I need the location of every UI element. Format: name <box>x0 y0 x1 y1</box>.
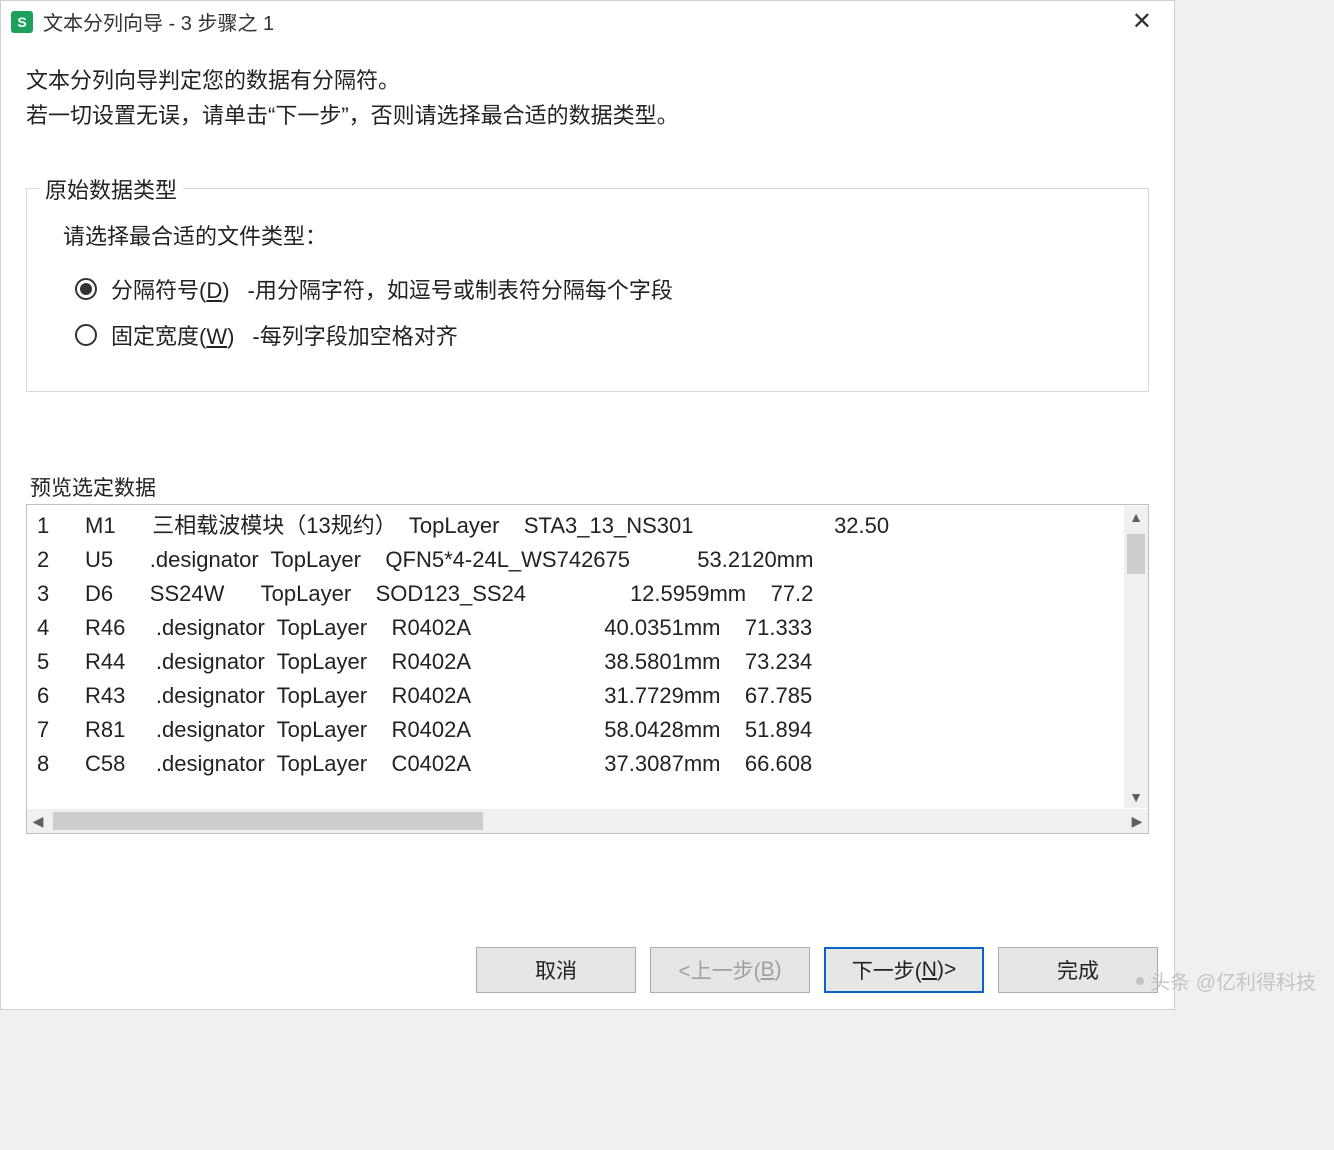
preview-box: 1M1 三相载波模块（13规约） TopLayer STA3_13_NS301 … <box>26 504 1149 834</box>
scroll-left-icon[interactable]: ◀ <box>27 813 49 830</box>
titlebar: S 文本分列向导 - 3 步骤之 1 ✕ <box>1 1 1174 43</box>
dialog-window: S 文本分列向导 - 3 步骤之 1 ✕ 文本分列向导判定您的数据有分隔符。 若… <box>0 0 1175 1010</box>
radio-icon <box>75 324 97 346</box>
preview-row: 5R44 .designator TopLayer R0402A 38.5801… <box>27 645 1148 679</box>
hscroll-track[interactable] <box>49 809 1126 833</box>
preview-row: 2U5 .designator TopLayer QFN5*4-24L_WS74… <box>27 543 1148 577</box>
close-icon[interactable]: ✕ <box>1120 5 1164 38</box>
finish-button[interactable]: 完成 <box>998 947 1158 993</box>
preview-row: 1M1 三相载波模块（13规约） TopLayer STA3_13_NS301 … <box>27 509 1148 543</box>
content-area: 文本分列向导判定您的数据有分隔符。 若一切设置无误，请单击“下一步”，否则请选择… <box>1 43 1174 931</box>
radio-delimited[interactable]: 分隔符号(D) -用分隔字符，如逗号或制表符分隔每个字段 <box>75 273 1118 305</box>
scroll-up-icon[interactable]: ▲ <box>1129 506 1143 528</box>
preview-row: 6R43 .designator TopLayer R0402A 31.7729… <box>27 679 1148 713</box>
preview-row: 8C58 .designator TopLayer C0402A 37.3087… <box>27 747 1148 781</box>
horizontal-scrollbar[interactable]: ◀ ▶ <box>27 809 1148 833</box>
preview-row: 7R81 .designator TopLayer R0402A 58.0428… <box>27 713 1148 747</box>
radio-fixed-width-desc: -每列字段加空格对齐 <box>252 319 457 351</box>
radio-delimited-desc: -用分隔字符，如逗号或制表符分隔每个字段 <box>248 273 673 305</box>
next-button[interactable]: 下一步(N)> <box>824 947 984 993</box>
intro-line-1: 文本分列向导判定您的数据有分隔符。 <box>26 63 1149 98</box>
cancel-button[interactable]: 取消 <box>476 947 636 993</box>
preview-row: 3D6 SS24W TopLayer SOD123_SS24 12.5959mm… <box>27 577 1148 611</box>
preview-section: 预览选定数据 1M1 三相载波模块（13规约） TopLayer STA3_13… <box>26 472 1149 834</box>
vertical-scrollbar[interactable]: ▲ ▼ <box>1124 506 1148 808</box>
vscroll-thumb[interactable] <box>1127 534 1145 574</box>
intro-line-2: 若一切设置无误，请单击“下一步”，否则请选择最合适的数据类型。 <box>26 98 1149 133</box>
back-button: <上一步(B) <box>650 947 810 993</box>
vscroll-track[interactable] <box>1124 528 1148 786</box>
hscroll-thumb[interactable] <box>53 812 483 830</box>
preview-list: 1M1 三相载波模块（13规约） TopLayer STA3_13_NS301 … <box>27 505 1148 833</box>
datatype-instruction: 请选择最合适的文件类型： <box>63 219 1118 251</box>
button-bar: 取消 <上一步(B) 下一步(N)> 完成 <box>1 931 1174 1009</box>
preview-title: 预览选定数据 <box>30 472 1149 502</box>
app-icon: S <box>11 11 33 33</box>
datatype-legend: 原始数据类型 <box>39 173 183 205</box>
radio-fixed-width[interactable]: 固定宽度(W) -每列字段加空格对齐 <box>75 319 1118 351</box>
datatype-group: 原始数据类型 请选择最合适的文件类型： 分隔符号(D) -用分隔字符，如逗号或制… <box>26 188 1149 392</box>
scroll-down-icon[interactable]: ▼ <box>1129 786 1143 808</box>
radio-icon <box>75 278 97 300</box>
intro-text: 文本分列向导判定您的数据有分隔符。 若一切设置无误，请单击“下一步”，否则请选择… <box>26 63 1149 133</box>
scroll-right-icon[interactable]: ▶ <box>1126 813 1148 830</box>
radio-fixed-width-label: 固定宽度(W) <box>111 319 234 351</box>
preview-row: 4R46 .designator TopLayer R0402A 40.0351… <box>27 611 1148 645</box>
radio-delimited-label: 分隔符号(D) <box>111 273 230 305</box>
window-title: 文本分列向导 - 3 步骤之 1 <box>43 7 1120 36</box>
